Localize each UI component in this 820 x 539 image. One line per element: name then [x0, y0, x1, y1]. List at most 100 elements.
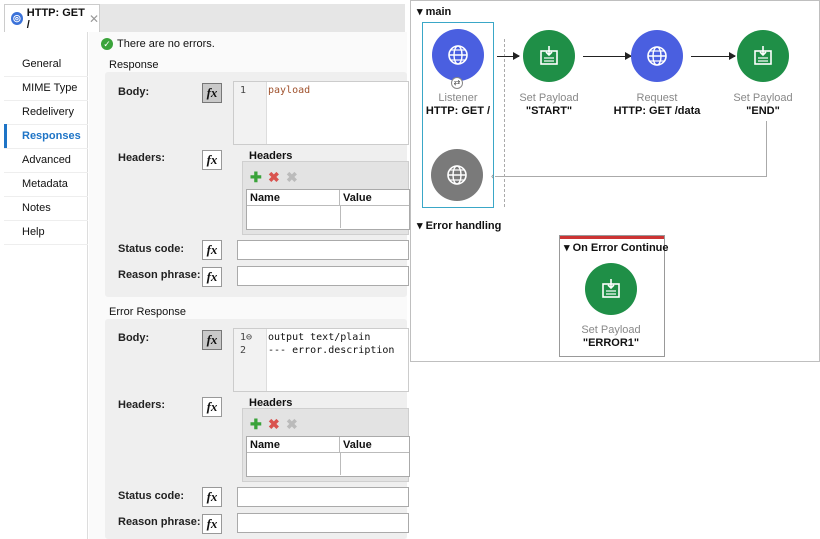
column-header-name[interactable]: Name	[247, 437, 340, 453]
column-header-value[interactable]: Value	[340, 437, 409, 453]
headers-table: Name Value	[246, 189, 410, 230]
code-line: output text/plain	[268, 332, 371, 343]
sidebar-item-general[interactable]: General	[4, 52, 88, 76]
headers-label: Headers:	[118, 152, 166, 164]
fx-toggle-button[interactable]: fx	[202, 397, 222, 417]
node-name-label: "START"	[525, 105, 573, 117]
fx-toggle-button[interactable]: fx	[202, 487, 222, 507]
check-icon: ✓	[101, 38, 113, 50]
node-type-label: Set Payload	[733, 92, 793, 104]
main-flow-title[interactable]: ▾ main	[417, 5, 451, 18]
response-section: Body: fx 1 payload Headers: fx Headers ✚…	[105, 72, 410, 297]
remove-icon[interactable]: ✖	[268, 417, 280, 431]
line-gutter	[234, 82, 267, 144]
sidebar-item-help[interactable]: Help	[4, 220, 88, 244]
tab-strip	[100, 4, 405, 32]
set-payload-error-node[interactable]	[585, 263, 637, 315]
source-divider	[504, 39, 505, 207]
response-node[interactable]	[431, 149, 483, 201]
main-flow-name: main	[425, 6, 452, 18]
fx-toggle-button[interactable]: fx	[202, 240, 222, 260]
sidebar-item-notes[interactable]: Notes	[4, 196, 88, 220]
node-name-label: HTTP: GET /data	[613, 105, 701, 117]
responses-panel: ✓ There are no errors. Response Body: fx…	[89, 32, 410, 539]
error-status-code-input[interactable]	[237, 487, 409, 507]
error-response-section-title: Error Response	[109, 306, 187, 318]
collapse-triangle-icon[interactable]: ▾	[417, 6, 426, 18]
error-response-section: Body: fx 1⊖ output text/plain 2 --- erro…	[105, 319, 410, 539]
add-icon[interactable]: ✚	[250, 417, 262, 431]
remove-icon[interactable]: ✖	[268, 170, 280, 184]
set-payload-icon	[602, 279, 620, 298]
collapse-triangle-icon[interactable]: ▾	[564, 242, 573, 254]
status-code-label: Status code:	[118, 490, 185, 502]
globe-icon	[647, 46, 667, 66]
headers-label: Headers:	[118, 399, 166, 411]
editor-tab[interactable]: ◎ HTTP: GET / ✕	[4, 4, 100, 32]
divider	[4, 244, 88, 245]
line-number: 1	[240, 85, 247, 96]
body-label: Body:	[118, 332, 150, 344]
response-section-title: Response	[109, 59, 159, 71]
globe-icon	[447, 165, 467, 185]
fx-toggle-button[interactable]: fx	[202, 150, 222, 170]
reason-phrase-label: Reason phrase:	[118, 516, 201, 528]
node-name-label: "END"	[746, 105, 780, 117]
fx-toggle-button[interactable]: fx	[202, 514, 222, 534]
error-headers-editor: ✚ ✖ ✖ Name Value	[242, 408, 410, 482]
line-number: 1⊖	[240, 332, 253, 343]
body-code-editor[interactable]: 1 payload	[233, 81, 409, 145]
collapse-triangle-icon[interactable]: ▾	[417, 220, 426, 232]
sidebar-item-mime-type[interactable]: MIME Type	[4, 76, 88, 100]
on-error-name: On Error Continue	[572, 242, 669, 254]
on-error-continue-scope[interactable]: ▾ On Error Continue Set Payload "ERROR1"	[559, 235, 669, 357]
sidebar-item-advanced[interactable]: Advanced	[4, 148, 88, 172]
column-header-value[interactable]: Value	[340, 190, 409, 206]
node-name-label: "ERROR1"	[582, 337, 640, 349]
set-payload-end-node[interactable]	[737, 30, 789, 82]
remove-all-icon[interactable]: ✖	[286, 170, 298, 184]
line-number: 2	[240, 345, 247, 356]
error-handling-name: Error handling	[425, 220, 502, 232]
close-icon[interactable]: ✕	[89, 12, 99, 26]
body-label: Body:	[118, 86, 150, 98]
on-error-title: ▾ On Error Continue	[564, 241, 669, 254]
flow-canvas: ▾ main ⇄ Listener HTTP: GET / Set Payloa…	[410, 0, 820, 362]
node-type-label: Set Payload	[519, 92, 579, 104]
globe-icon	[448, 45, 468, 65]
error-reason-phrase-input[interactable]	[237, 513, 409, 533]
set-payload-start-node[interactable]	[523, 30, 575, 82]
fx-toggle-button[interactable]: fx	[202, 330, 222, 350]
error-handling-title[interactable]: ▾ Error handling	[417, 219, 501, 232]
return-line	[766, 121, 767, 176]
sidebar-item-redelivery[interactable]: Redelivery	[4, 100, 88, 124]
listener-node[interactable]	[432, 29, 484, 81]
fx-toggle-button[interactable]: fx	[202, 267, 222, 287]
flow-arrow	[497, 52, 520, 60]
set-payload-icon	[754, 46, 772, 65]
http-request-node[interactable]	[631, 30, 683, 82]
column-divider	[340, 206, 341, 228]
headers-editor: ✚ ✖ ✖ Name Value	[242, 161, 410, 235]
reason-phrase-input[interactable]	[237, 266, 409, 286]
http-globe-icon: ◎	[11, 12, 23, 25]
code-line: --- error.description	[268, 345, 395, 356]
sidebar-item-metadata[interactable]: Metadata	[4, 172, 88, 196]
reason-phrase-label: Reason phrase:	[118, 269, 201, 281]
return-line	[495, 176, 767, 177]
code-line: payload	[268, 85, 311, 96]
validation-message: There are no errors.	[117, 38, 215, 50]
column-divider	[340, 453, 341, 475]
remove-all-icon[interactable]: ✖	[286, 417, 298, 431]
node-type-label: Set Payload	[581, 324, 641, 336]
add-icon[interactable]: ✚	[250, 170, 262, 184]
sync-icon: ⇄	[451, 77, 463, 89]
fx-toggle-button[interactable]: fx	[202, 83, 222, 103]
sidebar-item-responses[interactable]: Responses	[4, 124, 88, 148]
status-code-input[interactable]	[237, 240, 409, 260]
column-header-name[interactable]: Name	[247, 190, 340, 206]
error-body-code-editor[interactable]: 1⊖ output text/plain 2 --- error.descrip…	[233, 328, 409, 392]
settings-sidebar: General MIME Type Redelivery Responses A…	[4, 32, 88, 539]
error-scope-bar	[560, 236, 664, 239]
node-type-label: Request	[636, 92, 678, 104]
